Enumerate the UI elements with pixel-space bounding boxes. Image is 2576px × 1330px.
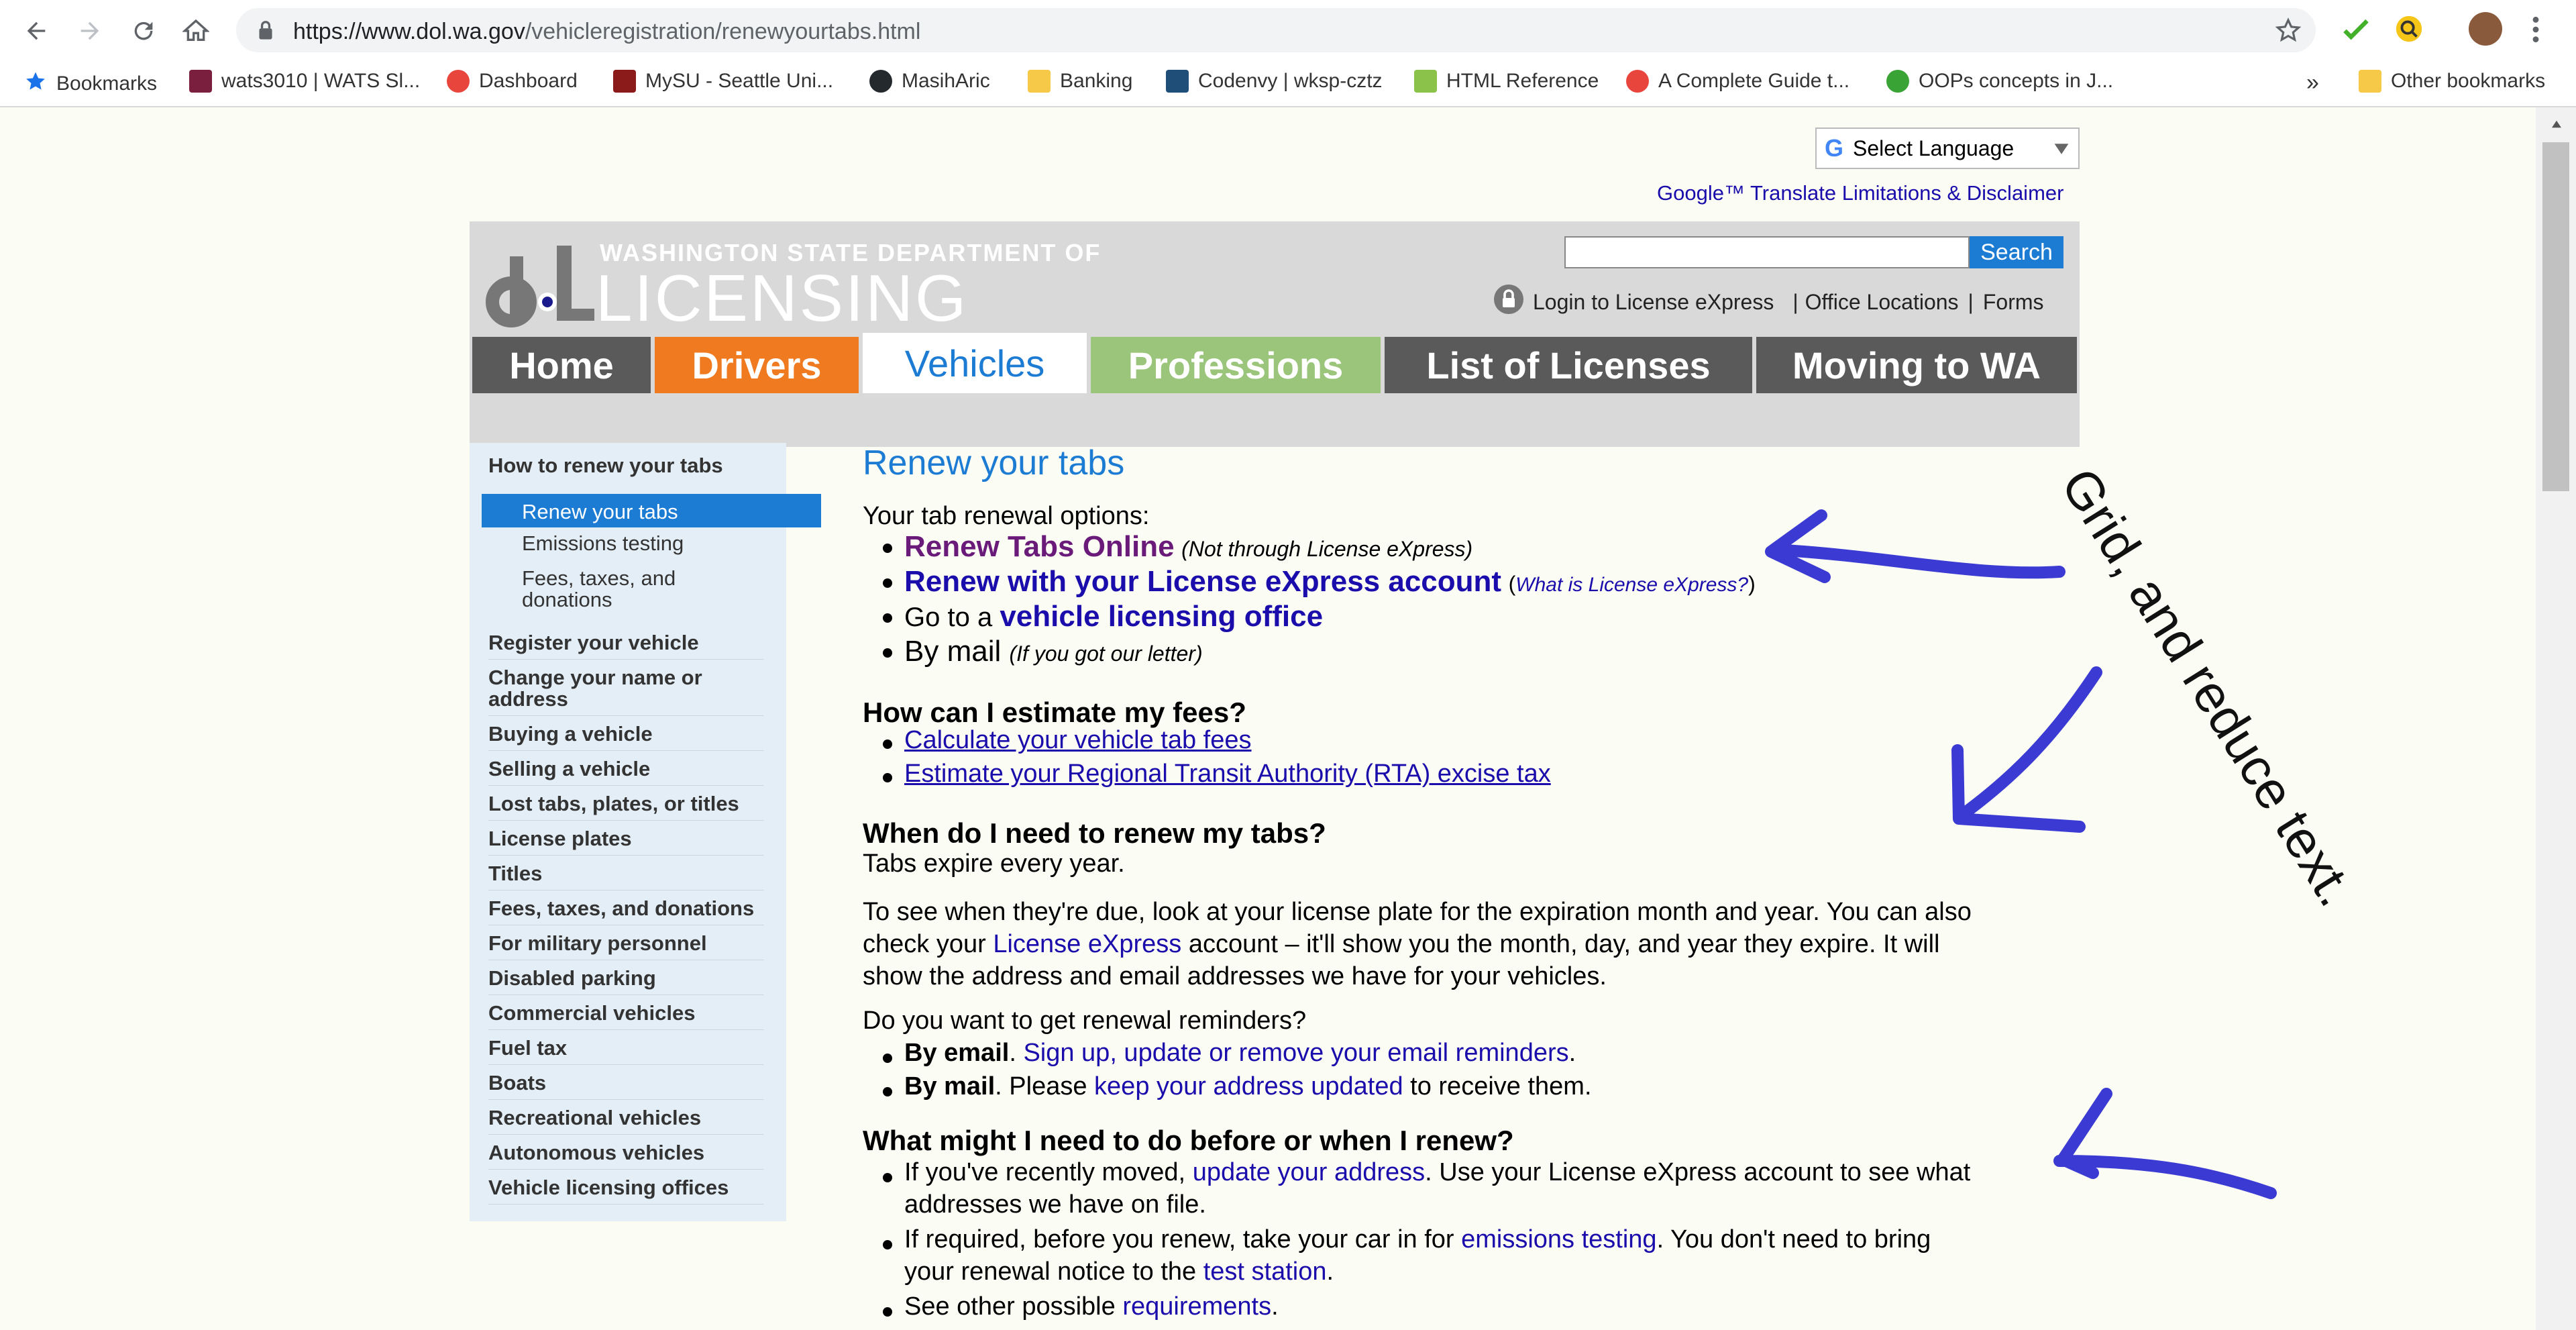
page-viewport: G Select Language Google™ Translate Limi… <box>0 107 2536 1330</box>
bookmark-label: A Complete Guide t... <box>1658 70 1850 92</box>
site-favicon-icon <box>613 70 636 93</box>
site-favicon-icon <box>1626 70 1649 93</box>
back-button[interactable] <box>20 15 52 47</box>
browser-toolbar: https://www.dol.wa.gov/vehicleregistrati… <box>0 0 2576 60</box>
github-icon <box>869 70 892 93</box>
menu-kebab-icon[interactable] <box>2530 15 2541 48</box>
arrow-1 <box>1765 509 2065 583</box>
url-text: https://www.dol.wa.gov/vehicleregistrati… <box>293 19 920 45</box>
arrow-2 <box>1951 666 2102 833</box>
bookmark-item[interactable]: OOPs concepts in J... <box>1886 70 2113 93</box>
arrow-3 <box>2053 1088 2277 1199</box>
star-icon <box>24 70 47 98</box>
folder-icon <box>2359 70 2381 93</box>
bookmark-label: OOPs concepts in J... <box>1919 70 2114 92</box>
bookmark-label: Codenvy | wksp-cztz <box>1198 70 1383 92</box>
bookmark-label: HTML Reference <box>1446 70 1599 92</box>
url-path: /vehicleregistration/renewyourtabs.html <box>525 19 921 44</box>
bookmark-item[interactable]: Dashboard <box>447 70 578 93</box>
lock-icon <box>256 20 275 44</box>
bookmark-item[interactable]: Banking <box>1028 70 1132 93</box>
site-favicon-icon <box>1414 70 1437 93</box>
profile-avatar[interactable] <box>2469 12 2502 46</box>
bookmark-item[interactable]: Bookmarks <box>24 70 157 98</box>
address-bar[interactable]: https://www.dol.wa.gov/vehicleregistrati… <box>236 8 2316 52</box>
site-favicon-icon <box>189 70 212 93</box>
star-icon[interactable] <box>2275 17 2302 46</box>
bookmark-item[interactable]: Codenvy | wksp-cztz <box>1166 70 1383 93</box>
url-host: https://www.dol.wa.gov <box>293 19 525 44</box>
bookmark-label: Other bookmarks <box>2391 70 2546 92</box>
bookmark-label: MasihAric <box>902 70 990 92</box>
bookmark-label: wats3010 | WATS Sl... <box>221 70 421 92</box>
search-extension-icon[interactable] <box>2394 13 2424 48</box>
bookmark-item[interactable]: wats3010 | WATS Sl... <box>189 70 420 93</box>
bookmark-item[interactable]: MySU - Seattle Uni... <box>613 70 833 93</box>
bookmark-item[interactable]: MasihAric <box>869 70 990 93</box>
annotation-text: Grid, and reduce text. <box>2050 458 2367 916</box>
bookmark-item[interactable]: A Complete Guide t... <box>1626 70 1849 93</box>
scroll-up-arrow-icon[interactable] <box>2551 119 2563 132</box>
checkmark-extension-icon[interactable] <box>2341 15 2371 48</box>
bookmark-label: Dashboard <box>479 70 578 92</box>
other-bookmarks-folder[interactable]: Other bookmarks <box>2359 70 2545 93</box>
site-favicon-icon <box>447 70 470 93</box>
home-button[interactable] <box>180 15 212 47</box>
scrollbar-thumb[interactable] <box>2542 142 2569 491</box>
more-bookmarks-button[interactable]: » <box>2306 70 2319 96</box>
site-favicon-icon <box>1166 70 1189 93</box>
more-label: » <box>2306 70 2319 95</box>
reload-button[interactable] <box>127 15 160 47</box>
forward-button[interactable] <box>74 15 106 47</box>
folder-icon <box>1028 70 1051 93</box>
annotation-overlay: Grid, and reduce text. <box>1765 458 2367 1199</box>
vertical-scrollbar[interactable] <box>2536 107 2576 1330</box>
bookmark-label: Banking <box>1060 70 1133 92</box>
bookmark-label: MySU - Seattle Uni... <box>645 70 834 92</box>
bookmark-label: Bookmarks <box>56 72 158 95</box>
bookmark-item[interactable]: HTML Reference <box>1414 70 1599 93</box>
site-favicon-icon <box>1886 70 1909 93</box>
bookmarks-bar: Bookmarks wats3010 | WATS Sl... Dashboar… <box>0 60 2576 107</box>
